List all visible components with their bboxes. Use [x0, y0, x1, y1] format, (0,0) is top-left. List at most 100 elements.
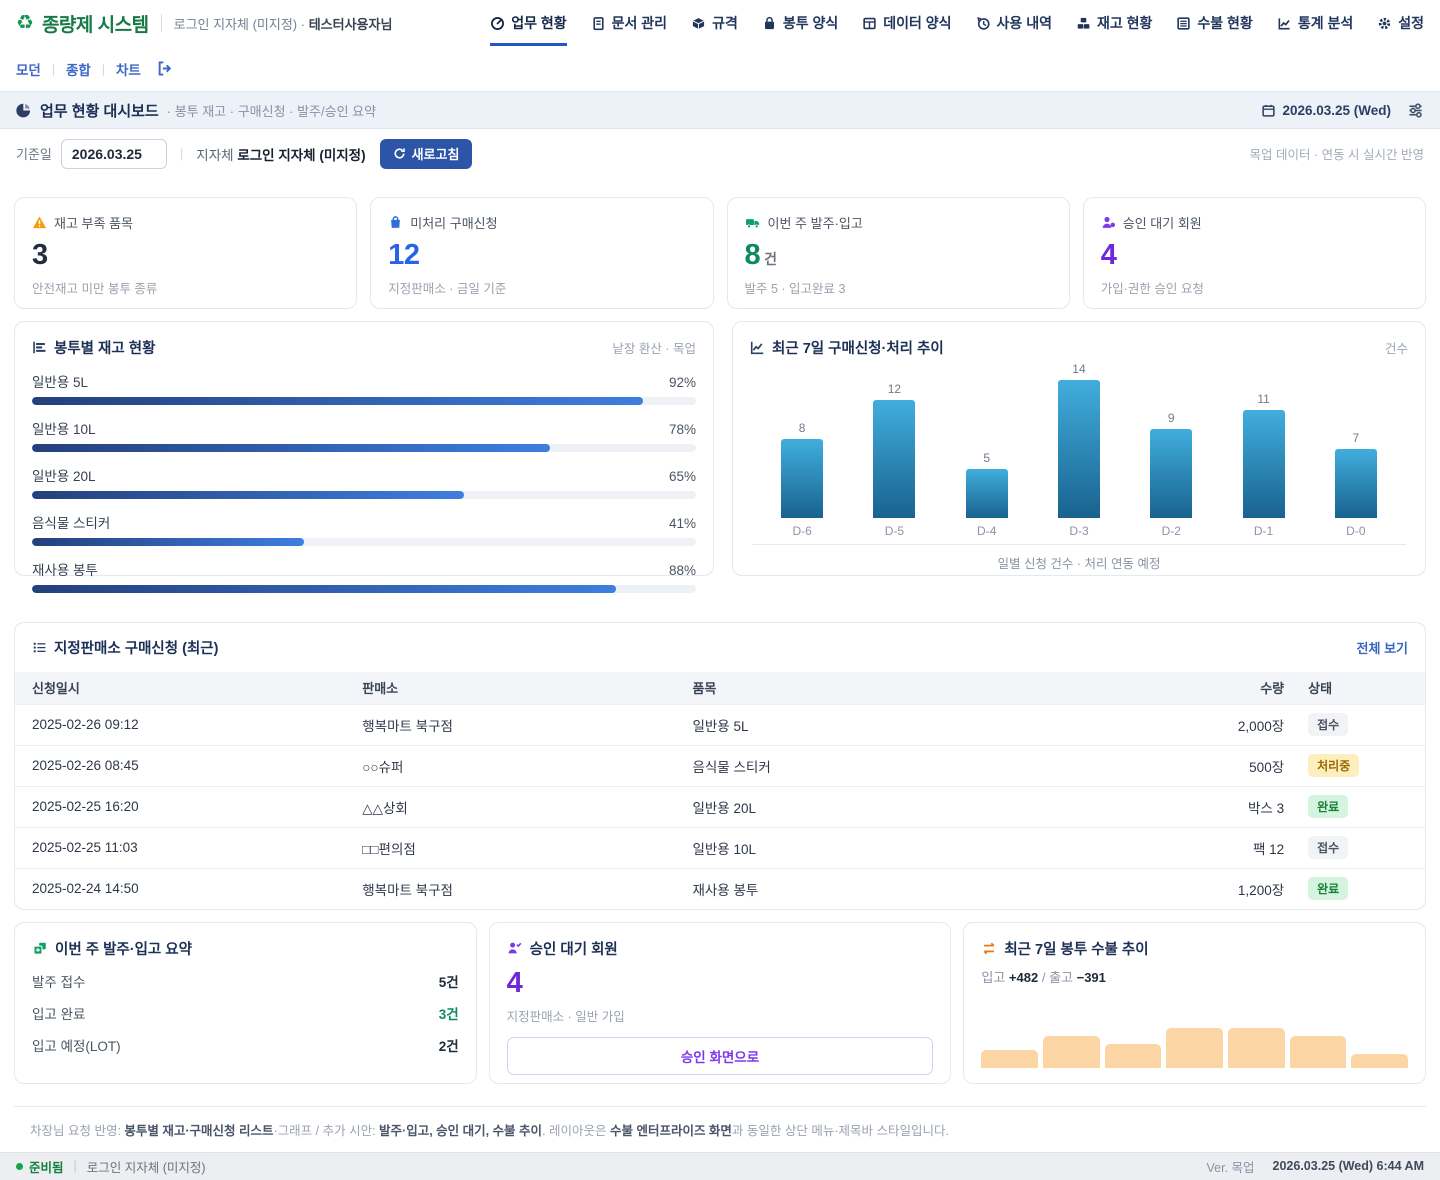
inventory-item-value: 41% [669, 516, 696, 531]
inventory-bar-fill [32, 538, 304, 546]
trend-bar-value: 11 [1257, 392, 1269, 406]
inventory-bars: 일반용 5L92%일반용 10L78%일반용 20L65%음식물 스티커41%재… [32, 371, 696, 593]
main-nav: 업무 현황 문서 관리 규격 봉투 양식 데이터 양식 사용 내역 [490, 0, 1424, 46]
purchase-table-panel: 지정판매소 구매신청 (최근) 전체 보기 신청일시판매소품목수량상태 2025… [14, 622, 1426, 910]
inventory-bar-fill [32, 444, 550, 452]
view-switcher: 모던 | 종합 | 차트 [0, 46, 1440, 91]
inventory-row: 일반용 20L65% [32, 465, 696, 499]
nav-label: 문서 관리 [612, 13, 667, 33]
divider: | [102, 62, 105, 76]
logout-icon[interactable] [156, 60, 173, 77]
go-to-approval-button[interactable]: 승인 화면으로 [507, 1037, 934, 1075]
inventory-item-value: 92% [669, 375, 696, 390]
view-all-link[interactable]: 전체 보기 [1357, 638, 1408, 657]
summary-label: 입고 완료 [32, 1003, 85, 1023]
table-title: 지정판매소 구매신청 (최근) [54, 637, 218, 658]
kpi-desc: 지정판매소 · 금일 기준 [388, 278, 695, 297]
nav-label: 데이터 양식 [883, 13, 951, 33]
table-row: 2025-02-26 08:45○○슈퍼음식물 스티커500장처리중 [15, 745, 1425, 786]
trend-bar-value: 8 [799, 421, 806, 435]
date-chip[interactable]: 2026.03.25 (Wed) [1261, 103, 1391, 118]
table-header-row: 신청일시판매소품목수량상태 [15, 672, 1425, 704]
recycle-icon: ♻ [16, 13, 34, 33]
inventory-row-top: 일반용 20L65% [32, 465, 696, 485]
trend-caption: 일별 신청 건수 · 처리 연동 예정 [750, 553, 1408, 572]
bottom-cards-row: 이번 주 발주·입고 요약 발주 접수5건입고 완료3건입고 예정(LOT)2건… [14, 922, 1426, 1084]
trend-column: 5D-4 [941, 362, 1033, 538]
nav-label: 수불 현황 [1197, 13, 1252, 33]
kpi-pending-purchases: 미처리 구매신청 12 지정판매소 · 금일 기준 [370, 197, 713, 309]
cell-datetime: 2025-02-24 14:50 [32, 881, 362, 896]
trend-bar-value: 7 [1352, 431, 1359, 445]
nav-usage-history[interactable]: 사용 내역 [976, 0, 1052, 46]
swap-arrows-icon [981, 941, 997, 956]
summary-value: 3건 [439, 1003, 459, 1023]
status-datetime: 2026.03.25 (Wed) 6:44 AM [1273, 1159, 1424, 1173]
trend-column: 14D-3 [1033, 362, 1125, 538]
sparkline-bar [1351, 1054, 1408, 1068]
table-column-header: 품목 [692, 678, 1119, 697]
footnote-segment: 과 동일한 상단 메뉴·제목바 스타일입니다. [732, 1124, 949, 1138]
nav-settings[interactable]: 설정 [1377, 0, 1424, 46]
inventory-row: 일반용 5L92% [32, 371, 696, 405]
person-icon [1101, 215, 1116, 230]
inbound-label: 입고 [981, 970, 1005, 985]
nav-bag-forms[interactable]: 봉투 양식 [762, 0, 838, 46]
nav-work-status[interactable]: 업무 현황 [490, 0, 566, 46]
transfer-summary: 입고 +482 / 출고 −391 [981, 967, 1408, 986]
gear-icon [1377, 16, 1392, 31]
view-chart-link[interactable]: 차트 [116, 59, 141, 79]
table-column-header: 상태 [1284, 678, 1408, 697]
nav-inventory[interactable]: 재고 현황 [1076, 0, 1152, 46]
footnote-segment: 발주·입고, 승인 대기, 수불 추이 [379, 1124, 542, 1138]
cell-item: 음식물 스티커 [692, 756, 1119, 776]
inventory-item-label: 음식물 스티커 [32, 512, 110, 532]
nav-data-forms[interactable]: 데이터 양식 [862, 0, 951, 46]
divider [161, 14, 162, 32]
charts-row: 봉투별 재고 현황 낱장 환산 · 목업 일반용 5L92%일반용 10L78%… [14, 321, 1426, 576]
page-title: 업무 현황 대시보드 [40, 100, 159, 121]
nav-statistics[interactable]: 통계 분석 [1277, 0, 1353, 46]
kpi-pending-members: 승인 대기 회원 4 가입·권한 승인 요청 [1083, 197, 1426, 309]
transfer-trend-card: 최근 7일 봉투 수불 추이 입고 +482 / 출고 −391 [963, 922, 1426, 1084]
cell-status: 완료 [1284, 795, 1408, 818]
inventory-panel-title: 봉투별 재고 현황 [54, 337, 155, 358]
status-right: Ver. 목업 2026.03.25 (Wed) 6:44 AM [1207, 1157, 1425, 1176]
kpi-desc: 발주 5 · 입고완료 3 [745, 278, 1052, 297]
order-summary-card: 이번 주 발주·입고 요약 발주 접수5건입고 완료3건입고 예정(LOT)2건 [14, 922, 477, 1084]
table-icon [862, 16, 877, 31]
kpi-desc: 가입·권한 승인 요청 [1101, 278, 1408, 297]
org-info: 지자체 로그인 지자체 (미지정) [196, 144, 365, 164]
table-column-header: 신청일시 [32, 678, 362, 697]
inventory-row-top: 일반용 10L78% [32, 418, 696, 438]
table-column-header: 판매소 [362, 678, 692, 697]
sliders-icon[interactable] [1407, 102, 1424, 119]
nav-specs[interactable]: 규격 [691, 0, 738, 46]
view-modern-link[interactable]: 모던 [16, 59, 41, 79]
trend-x-label: D-3 [1069, 518, 1088, 538]
truck-icon [745, 215, 761, 230]
inventory-item-value: 65% [669, 469, 696, 484]
login-org: 로그인 지자체 (미지정) · [174, 17, 305, 32]
trend-column: 8D-6 [756, 362, 848, 538]
transfer-title: 최근 7일 봉투 수불 추이 [1004, 938, 1148, 959]
sparkline-bar [1166, 1028, 1223, 1068]
outbound-label: 출고 [1049, 970, 1073, 985]
inventory-bar-fill [32, 491, 464, 499]
order-summary-rows: 발주 접수5건입고 완료3건입고 예정(LOT)2건 [32, 959, 459, 1061]
view-combined-link[interactable]: 종합 [66, 59, 91, 79]
refresh-button[interactable]: 새로고침 [380, 139, 473, 169]
inventory-panel: 봉투별 재고 현황 낱장 환산 · 목업 일반용 5L92%일반용 10L78%… [14, 321, 714, 576]
nav-label: 재고 현황 [1097, 13, 1152, 33]
nav-ledger[interactable]: 수불 현황 [1176, 0, 1252, 46]
page-title-bar: 업무 현황 대시보드 · 봉투 재고 · 구매신청 · 발주/승인 요약 202… [0, 91, 1440, 129]
kpi-row: 재고 부족 품목 3 안전재고 미만 봉투 종류 미처리 구매신청 12 지정판… [14, 197, 1426, 309]
nav-documents[interactable]: 문서 관리 [591, 0, 667, 46]
trend-chart-icon [750, 340, 765, 355]
user-name: 테스터사용자님 [309, 17, 393, 32]
purchase-trend-panel: 최근 7일 구매신청·처리 추이 건수 8D-612D-55D-414D-39D… [732, 321, 1426, 576]
cell-store: △△상회 [362, 797, 692, 817]
base-date-input[interactable] [61, 139, 167, 169]
footnote-segment: . 레이아웃은 [542, 1124, 610, 1138]
status-badge: 완료 [1308, 877, 1348, 900]
